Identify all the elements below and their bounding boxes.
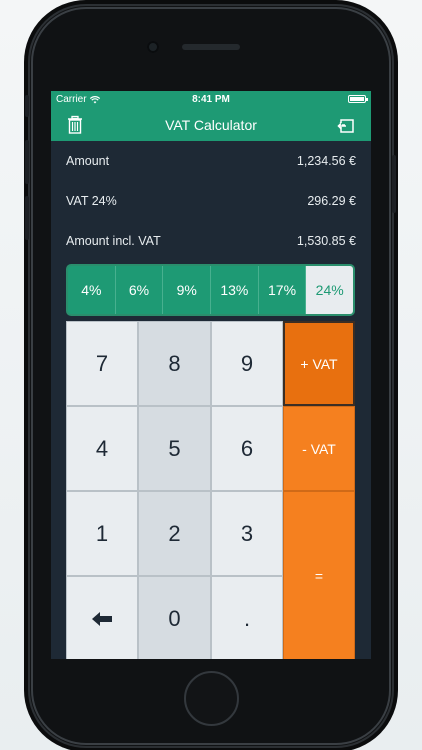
rate-button-6[interactable]: 6% <box>116 266 164 314</box>
status-bar: Carrier 8:41 PM <box>51 91 371 109</box>
key-9[interactable]: 9 <box>211 321 283 406</box>
results-panel: Amount 1,234.56 € VAT 24% 296.29 € Amoun… <box>51 141 371 261</box>
result-label: Amount incl. VAT <box>66 234 161 248</box>
plus-vat-button[interactable]: + VAT <box>283 321 355 406</box>
front-camera <box>147 41 159 53</box>
earpiece-speaker <box>182 44 240 50</box>
volume-down-button <box>25 196 29 240</box>
backspace-icon <box>92 611 112 626</box>
rate-button-24[interactable]: 24% <box>306 266 353 314</box>
power-button <box>392 155 396 213</box>
result-row-total: Amount incl. VAT 1,530.85 € <box>51 221 371 261</box>
rate-button-4[interactable]: 4% <box>68 266 116 314</box>
minus-vat-button[interactable]: - VAT <box>283 406 355 491</box>
key-6[interactable]: 6 <box>211 406 283 491</box>
battery-icon <box>348 95 368 103</box>
key-decimal[interactable]: . <box>211 576 283 659</box>
equals-button[interactable]: = <box>283 491 355 659</box>
vat-rate-selector: 4% 6% 9% 13% 17% 24% <box>66 264 355 316</box>
result-value: 296.29 € <box>307 194 356 208</box>
app-screen: Carrier 8:41 PM VAT Calculator Amount 1,… <box>51 91 371 659</box>
result-label: VAT 24% <box>66 194 117 208</box>
key-7[interactable]: 7 <box>66 321 138 406</box>
keypad: 7 8 9 + VAT 4 5 6 - VAT 1 2 3 = 0 . <box>66 321 355 659</box>
export-icon[interactable] <box>336 114 358 136</box>
key-0[interactable]: 0 <box>138 576 211 659</box>
mute-switch <box>25 95 29 117</box>
volume-up-button <box>25 140 29 184</box>
result-value: 1,234.56 € <box>296 154 356 168</box>
key-3[interactable]: 3 <box>211 491 283 576</box>
navigation-bar: VAT Calculator <box>51 109 371 141</box>
page-title: VAT Calculator <box>165 117 257 133</box>
rate-button-9[interactable]: 9% <box>163 266 212 314</box>
status-time: 8:41 PM <box>192 94 230 105</box>
key-1[interactable]: 1 <box>66 491 138 576</box>
result-row-vat: VAT 24% 296.29 € <box>51 181 371 221</box>
key-2[interactable]: 2 <box>138 491 211 576</box>
rate-button-17[interactable]: 17% <box>259 266 307 314</box>
result-value: 1,530.85 € <box>296 234 356 248</box>
result-label: Amount <box>66 154 110 168</box>
rate-button-13[interactable]: 13% <box>211 266 259 314</box>
key-4[interactable]: 4 <box>66 406 138 491</box>
home-button[interactable] <box>184 671 239 726</box>
key-5[interactable]: 5 <box>138 406 211 491</box>
result-row-amount: Amount 1,234.56 € <box>51 141 371 181</box>
key-8[interactable]: 8 <box>138 321 211 406</box>
backspace-button[interactable] <box>66 576 138 659</box>
